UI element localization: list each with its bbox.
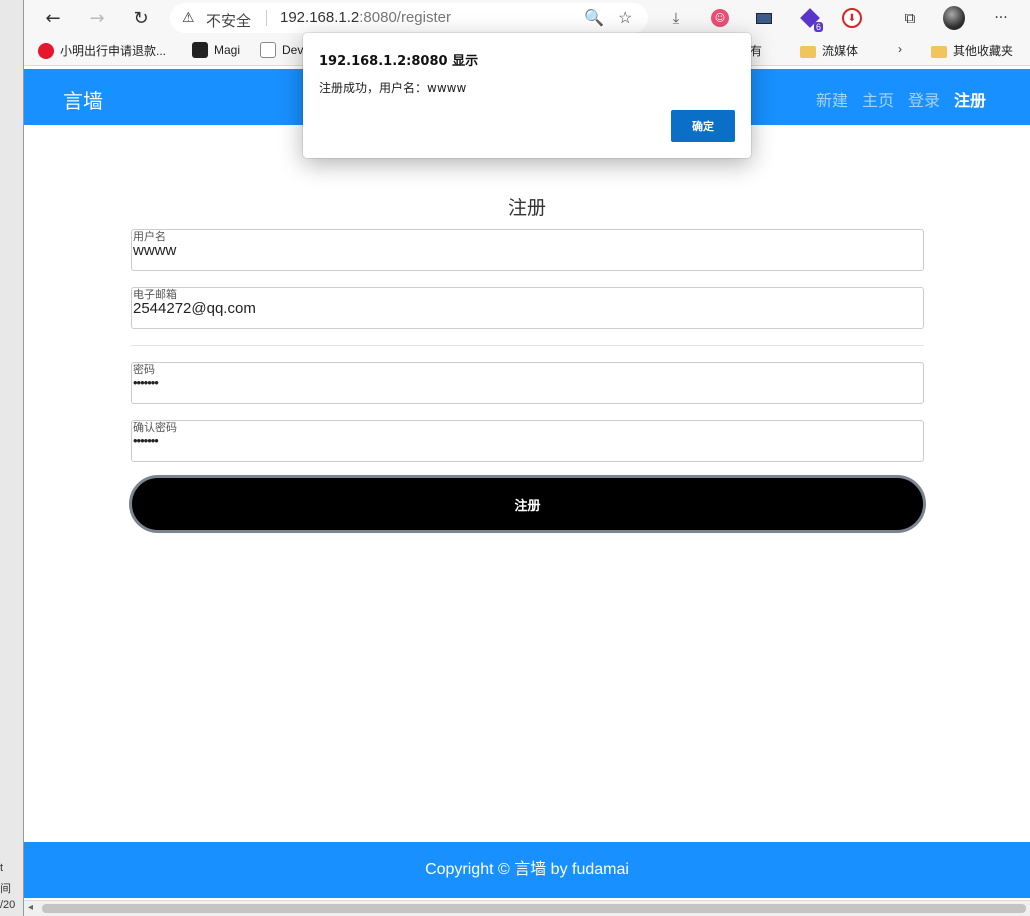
url-path: :8080/register <box>359 9 451 26</box>
nav-login[interactable]: 登录 <box>908 87 940 111</box>
extension-purple-icon[interactable]: 6 <box>799 7 823 32</box>
form-divider <box>131 345 924 346</box>
profile-avatar[interactable] <box>943 6 965 30</box>
forward-button[interactable]: → <box>84 5 110 31</box>
folder-icon <box>931 45 947 58</box>
email-value: 2544272@qq.com <box>133 300 256 317</box>
bookmark-folder[interactable]: 流媒体 <box>800 42 858 59</box>
bookmark-label: Magi <box>214 43 241 57</box>
page-content: 言墙 新建 主页 登录 注册 注册 用户名 wwww 电子邮箱 2544272@… <box>24 67 1030 900</box>
horizontal-scrollbar[interactable]: ◂ <box>24 900 1030 916</box>
bookmark-label: 小明出行申请退款... <box>60 44 167 58</box>
folder-icon <box>800 45 816 58</box>
url-host: 192.168.1.2 <box>280 9 360 26</box>
warning-icon: ⚠ <box>182 9 195 25</box>
extension-download-icon[interactable]: ⬇ <box>841 7 863 29</box>
form-title: 注册 <box>507 197 546 219</box>
nav-new[interactable]: 新建 <box>816 87 848 111</box>
security-label[interactable]: 不安全 <box>206 10 251 31</box>
back-button[interactable]: ← <box>40 5 66 31</box>
dev-icon <box>260 42 276 58</box>
bookmark-label: 流媒体 <box>822 44 859 58</box>
desktop-left-strip: t 间 /20 <box>0 0 24 916</box>
bookmark-item[interactable]: Magi <box>192 42 240 58</box>
downloads-icon[interactable]: ⤓ <box>665 7 687 29</box>
address-divider <box>266 10 267 26</box>
password-field[interactable]: 密码 ••••••• <box>131 362 924 404</box>
url-text[interactable]: 192.168.1.2:8080/register <box>280 9 451 26</box>
register-button[interactable]: 注册 <box>129 475 926 533</box>
confirm-password-value: ••••••• <box>133 433 159 448</box>
confirm-password-field[interactable]: 确认密码 ••••••• <box>131 420 924 462</box>
site-footer: Copyright © 言墙 by fudamai <box>24 842 1030 898</box>
nav-register[interactable]: 注册 <box>954 87 986 111</box>
left-fragment: 间 <box>0 883 11 895</box>
scroll-left-icon[interactable]: ◂ <box>28 902 33 913</box>
collections-icon[interactable]: ⧉ <box>899 7 921 29</box>
refresh-button[interactable]: ↻ <box>128 5 154 31</box>
left-fragment: /20 <box>0 899 16 911</box>
bookmark-label: 其他收藏夹 <box>953 44 1014 58</box>
favorite-star-icon[interactable]: ☆ <box>618 8 632 28</box>
key-icon[interactable]: 🔍 <box>584 8 604 28</box>
alert-dialog: 192.168.1.2:8080 显示 注册成功，用户名：wwww 确定 <box>303 33 751 158</box>
username-value: wwww <box>133 242 177 259</box>
site-nav: 新建 主页 登录 注册 <box>816 87 986 111</box>
scrollbar-thumb[interactable] <box>42 904 1026 913</box>
bookmarks-overflow-chevron-icon[interactable]: › <box>898 42 902 56</box>
site-brand[interactable]: 言墙 <box>63 85 103 114</box>
magi-icon <box>192 42 208 58</box>
bookmark-folder[interactable]: 其他收藏夹 <box>931 42 1013 59</box>
bookmark-label: Dev <box>282 43 304 57</box>
email-field[interactable]: 电子邮箱 2544272@qq.com <box>131 287 924 329</box>
browser-toolbar: ← → ↻ ⚠ 不安全 192.168.1.2:8080/register 🔍 … <box>24 0 1030 36</box>
dialog-ok-button[interactable]: 确定 <box>671 110 735 142</box>
bookmark-item[interactable]: 小明出行申请退款... <box>38 42 166 59</box>
dialog-origin: 192.168.1.2:8080 显示 <box>319 54 479 69</box>
bookmark-item[interactable]: Dev <box>260 42 303 58</box>
dialog-message: 注册成功，用户名：wwww <box>319 81 467 95</box>
username-field[interactable]: 用户名 wwww <box>131 229 924 271</box>
weibo-icon <box>38 42 54 59</box>
extension-screen-icon[interactable] <box>753 7 775 29</box>
nav-home[interactable]: 主页 <box>862 87 894 111</box>
address-bar[interactable]: ⚠ 不安全 192.168.1.2:8080/register 🔍 ☆ <box>170 3 648 33</box>
extension-pink-icon[interactable]: ☺ <box>709 7 731 29</box>
more-menu-icon[interactable]: ··· <box>990 7 1012 29</box>
left-fragment: t <box>0 862 4 874</box>
password-value: ••••••• <box>133 375 159 390</box>
